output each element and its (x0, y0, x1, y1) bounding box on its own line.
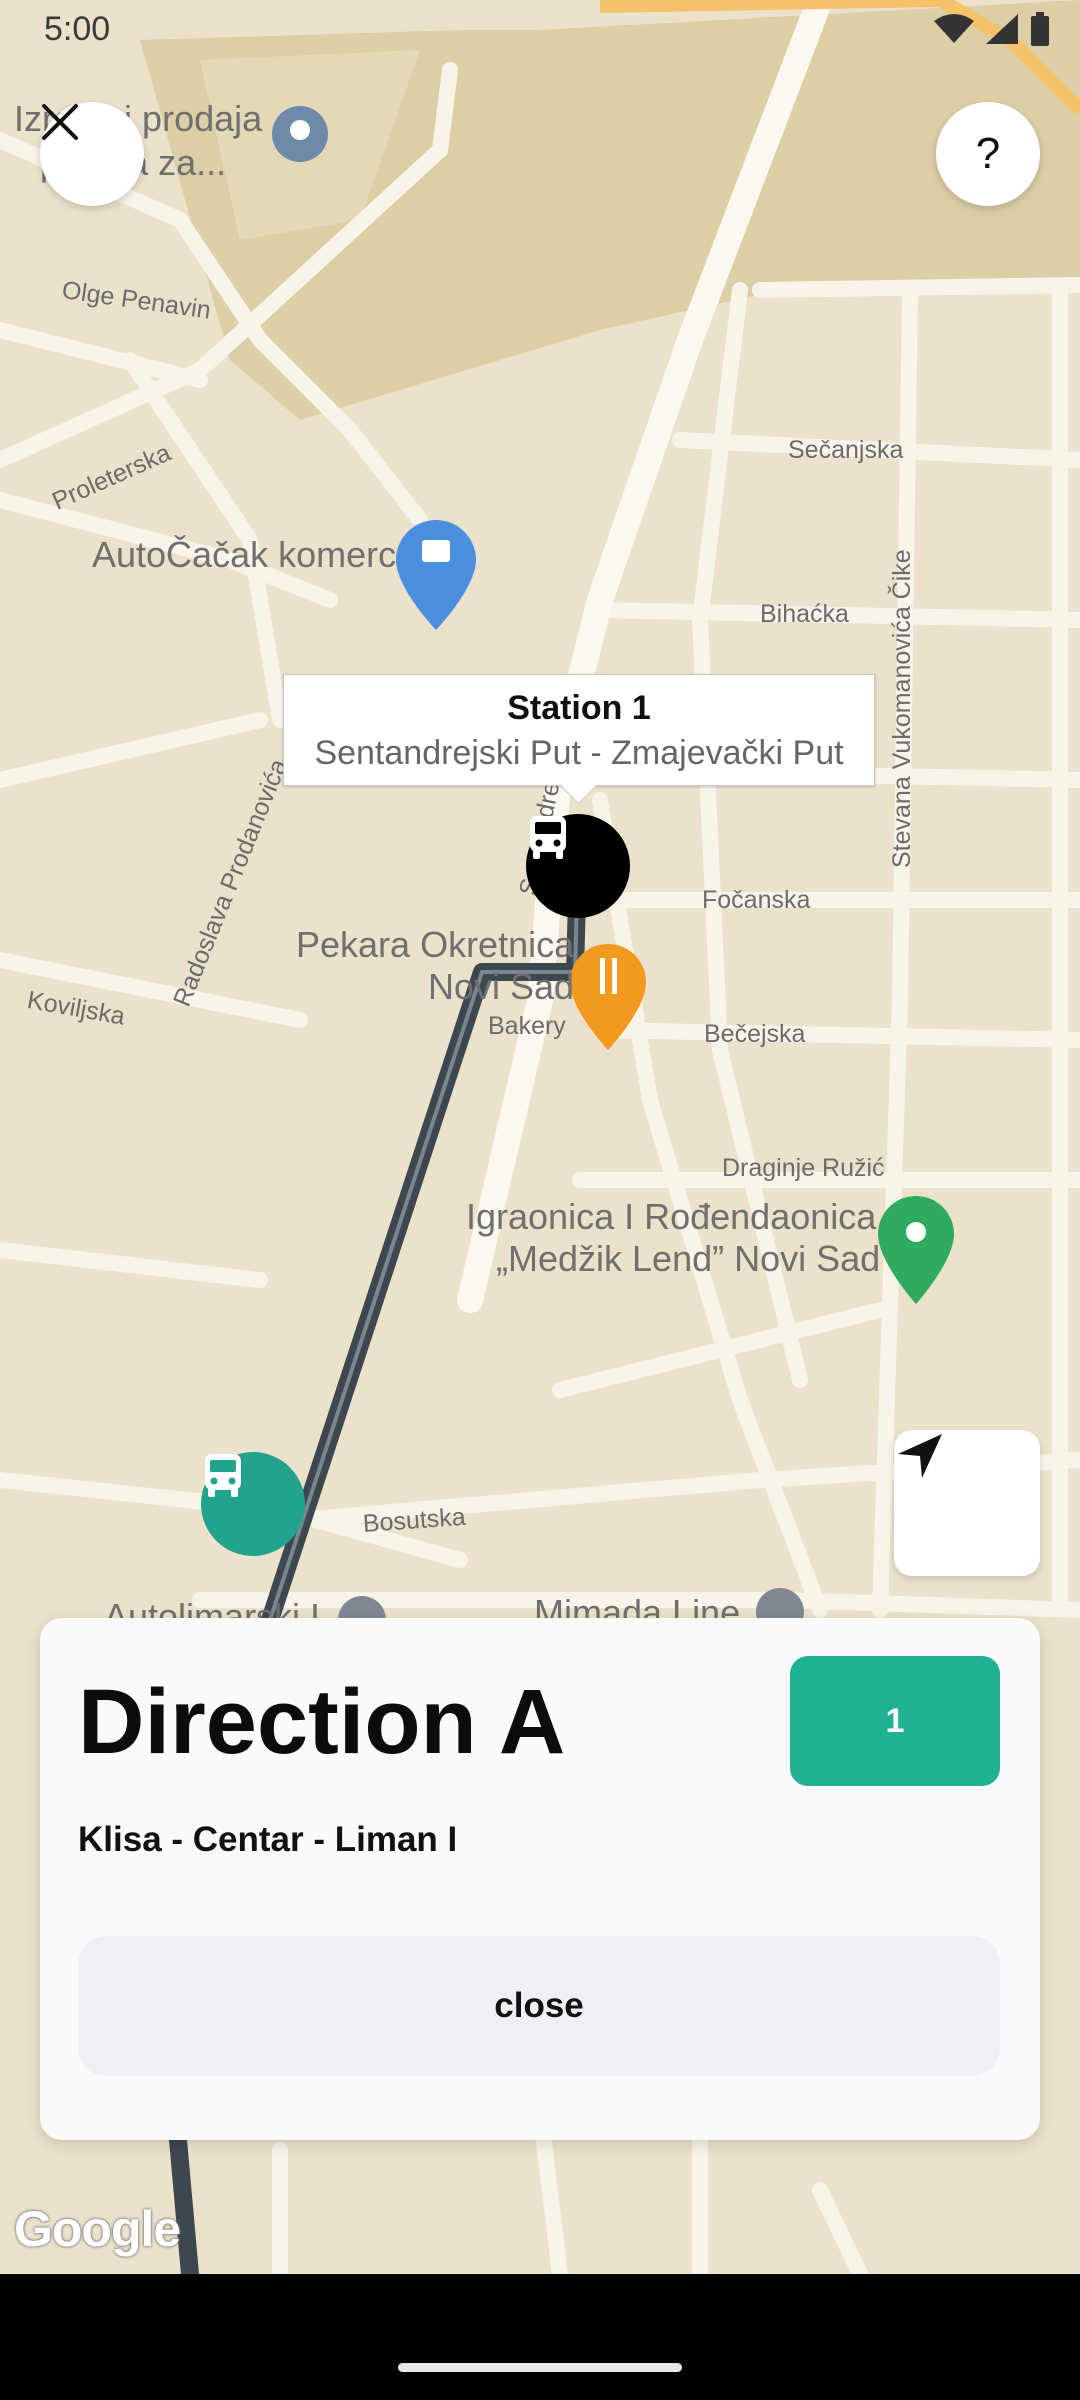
map-label: Pekara Okretnica (296, 924, 575, 965)
station-info-window[interactable]: Station 1 Sentandrejski Put - Zmajevački… (283, 674, 875, 805)
map-label: Bečejska (704, 1020, 806, 1048)
help-button[interactable]: ? (936, 102, 1040, 206)
status-time: 5:00 (44, 10, 111, 48)
my-location-button[interactable] (894, 1430, 1040, 1576)
navigation-arrow-icon (898, 1434, 942, 1478)
map-label: Novi Sad (428, 966, 575, 1007)
map-label: Draginje Ružić (722, 1154, 885, 1182)
map-label: Fočanska (702, 886, 811, 914)
battery-icon (1031, 12, 1049, 46)
poi-pin-izrada (272, 106, 328, 162)
navigation-bar (0, 2274, 1080, 2400)
map-label: AutoČačak komerc (92, 534, 397, 575)
map-label: „Medžik Lend” Novi Sad (496, 1238, 881, 1279)
close-icon (42, 104, 78, 140)
map-label: Bakery (488, 1012, 566, 1040)
selected-bus-stop-marker[interactable] (526, 814, 630, 918)
bus-icon (530, 816, 566, 859)
map-label: Sečanjska (788, 436, 904, 464)
close-map-button[interactable] (40, 102, 144, 206)
bus-icon (205, 1454, 241, 1497)
google-logo: Google (14, 2201, 181, 2257)
direction-title: Direction A (78, 1671, 566, 1773)
signal-icon (986, 14, 1018, 44)
line-number-badge[interactable]: 1 (790, 1656, 1000, 1786)
map-label: Igraonica I Rođendaonica (466, 1196, 877, 1237)
close-button[interactable]: close (78, 1936, 1000, 2076)
bus-stop-marker[interactable] (201, 1452, 305, 1556)
route-info-card: Direction A 1 Klisa - Centar - Liman I c… (40, 1618, 1040, 2140)
route-description: Klisa - Centar - Liman I (78, 1820, 458, 1859)
map-label: Stevana Vukomanovića Čike (888, 549, 916, 868)
map-label: Bihaćka (760, 600, 849, 628)
station-title: Station 1 (507, 689, 651, 727)
poi-pin-shopping (396, 520, 476, 630)
station-subtitle: Sentandrejski Put - Zmajevački Put (314, 734, 844, 772)
status-bar: 5:00 (0, 0, 1080, 62)
home-gesture-handle[interactable] (398, 2363, 682, 2372)
wifi-icon (934, 14, 974, 43)
